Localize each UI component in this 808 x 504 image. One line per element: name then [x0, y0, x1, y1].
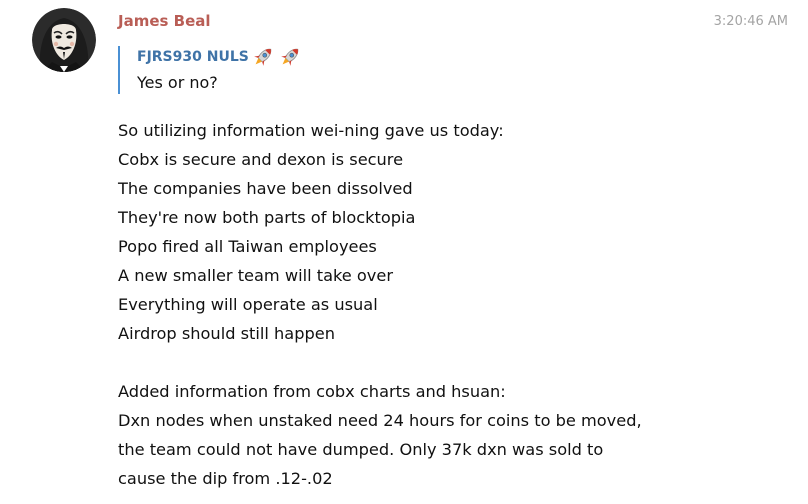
message-line: They're now both parts of blocktopia: [118, 208, 416, 227]
sender-name[interactable]: James Beal: [118, 12, 211, 30]
reply-author-row: FJRS930 NULS: [137, 46, 303, 68]
message-line: The companies have been dissolved: [118, 179, 413, 198]
anonymous-mask-avatar-icon: [32, 8, 96, 72]
message-line: Cobx is secure and dexon is secure: [118, 150, 404, 169]
message-line: Popo fired all Taiwan employees: [118, 237, 377, 256]
message-line: Dxn nodes when unstaked need 24 hours fo…: [118, 411, 642, 430]
reply-text: Yes or no?: [137, 73, 218, 92]
message-timestamp: 3:20:46 AM: [713, 14, 788, 29]
rocket-icon: [277, 45, 303, 69]
rocket-icon: [250, 45, 276, 69]
message-line: So utilizing information wei-ning gave u…: [118, 121, 504, 140]
message-line: A new smaller team will take over: [118, 266, 393, 285]
reply-quote[interactable]: FJRS930 NULS Yes or no?: [118, 46, 303, 94]
chat-message: James Beal 3:20:46 AM FJRS930 NULS Yes o…: [0, 0, 808, 504]
message-line: cause the dip from .12-.02: [118, 469, 333, 488]
message-body: So utilizing information wei-ning gave u…: [118, 116, 642, 493]
message-line: Everything will operate as usual: [118, 295, 378, 314]
message-line: the team could not have dumped. Only 37k…: [118, 440, 604, 459]
avatar[interactable]: [32, 8, 96, 72]
message-line: Added information from cobx charts and h…: [118, 382, 506, 401]
reply-author-name: FJRS930 NULS: [137, 49, 249, 65]
message-line: Airdrop should still happen: [118, 324, 335, 343]
